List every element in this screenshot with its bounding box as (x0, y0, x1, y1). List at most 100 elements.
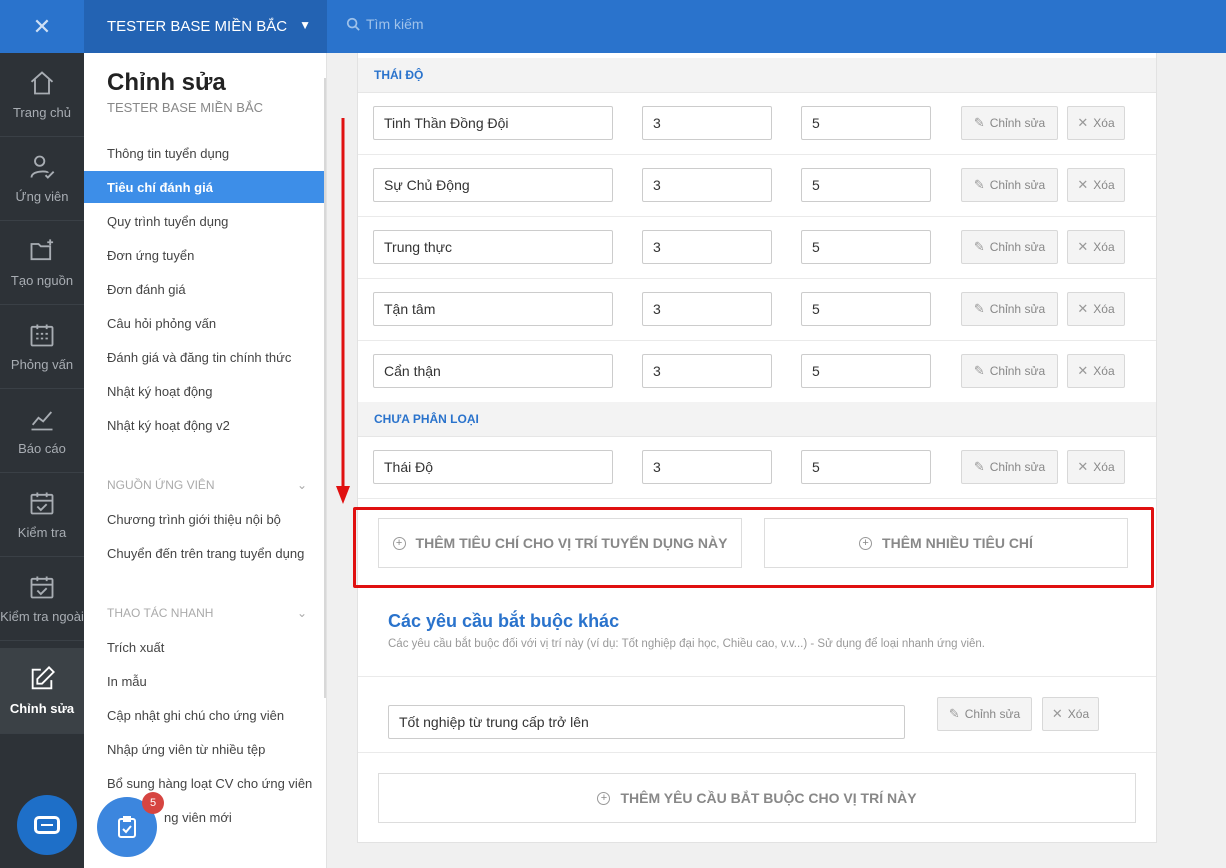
highlight-box (353, 507, 1154, 588)
sidebar-item-career-page[interactable]: Chuyển đến trên trang tuyển dụng (84, 537, 324, 569)
calendar-check-icon (30, 492, 54, 515)
requirements-title: Các yêu cầu bắt buộc khác (388, 611, 620, 631)
sidebar-item-hiring-process[interactable]: Quy trình tuyển dụng (84, 205, 324, 237)
close-icon: ✕ (1077, 363, 1089, 378)
sidebar-item-interview-questions[interactable]: Câu hỏi phỏng vấn (84, 307, 324, 339)
delete-button[interactable]: ✕ Xóa (1067, 354, 1125, 388)
sidebar-item-activity-log-v2[interactable]: Nhật ký hoạt động v2 (84, 409, 324, 441)
pencil-icon: ✎ (973, 115, 985, 130)
criterion-weight-field[interactable]: 3 (642, 168, 772, 202)
delete-button[interactable]: ✕ Xóa (1067, 450, 1125, 484)
delete-button[interactable]: ✕ Xóa (1067, 230, 1125, 264)
edit-button[interactable]: ✎ Chỉnh sửa (961, 354, 1058, 388)
requirement-field[interactable]: Tốt nghiệp từ trung cấp trở lên (388, 705, 905, 739)
edit-button[interactable]: ✎ Chỉnh sửa (961, 168, 1058, 202)
section-label: THAO TÁC NHANH (107, 606, 214, 620)
rail-item-label: Báo cáo (18, 441, 66, 456)
search-placeholder: Tìm kiếm (366, 16, 424, 32)
edit-label: Chỉnh sửa (964, 707, 1021, 721)
edit-requirement-button[interactable]: ✎ Chỉnh sửa (937, 697, 1032, 731)
criterion-max-field[interactable]: 5 (801, 292, 931, 326)
edit-button[interactable]: ✎ Chỉnh sửa (961, 450, 1058, 484)
pencil-icon: ✎ (973, 301, 985, 316)
rail-item-interviews[interactable]: Phỏng vấn (0, 305, 84, 389)
rail-item-sourcing[interactable]: Tạo nguồn (0, 221, 84, 305)
rail-item-tests[interactable]: Kiểm tra (0, 473, 84, 557)
delete-button[interactable]: ✕ Xóa (1067, 292, 1125, 326)
rail-item-external-tests[interactable]: Kiểm tra ngoài (0, 557, 84, 641)
criterion-max-field[interactable]: 5 (801, 106, 931, 140)
edit-icon (31, 666, 55, 690)
delete-button[interactable]: ✕ Xóa (1067, 168, 1125, 202)
close-icon: ✕ (1077, 301, 1089, 316)
criterion-name-field[interactable]: Sự Chủ Động (373, 168, 613, 202)
edit-label: Chỉnh sửa (989, 116, 1046, 130)
close-menu-button[interactable]: ✕ (0, 0, 84, 53)
sidebar-scrollbar[interactable] (324, 78, 326, 698)
company-name: TESTER BASE MIỀN BẮC (107, 18, 288, 35)
criterion-weight-field[interactable]: 3 (642, 292, 772, 326)
add-requirement-button[interactable]: + THÊM YÊU CẦU BẮT BUỘC CHO VỊ TRÍ NÀY (378, 773, 1136, 823)
sidebar-item-update-notes[interactable]: Cập nhật ghi chú cho ứng viên (84, 699, 324, 731)
rail-item-edit[interactable]: Chỉnh sửa (0, 648, 84, 734)
pencil-icon: ✎ (973, 363, 985, 378)
rail-item-home[interactable]: Trang chủ (0, 53, 84, 137)
criterion-name-field[interactable]: Thái Độ (373, 450, 613, 484)
sidebar-item-export[interactable]: Trích xuất (84, 631, 324, 663)
notification-badge: 5 (142, 792, 164, 814)
chevron-down-icon: ⌄ (296, 606, 307, 620)
sidebar-item-print-template[interactable]: In mẫu (84, 665, 324, 697)
sidebar-item-referral[interactable]: Chương trình giới thiệu nội bộ (84, 503, 324, 535)
chat-button[interactable] (17, 795, 77, 855)
search-input[interactable]: Tìm kiếm (346, 16, 424, 32)
section-candidate-sources[interactable]: NGUỒN ỨNG VIÊN ⌄ (107, 478, 307, 492)
criterion-max-field[interactable]: 5 (801, 450, 931, 484)
sidebar-item-job-info[interactable]: Thông tin tuyển dụng (84, 137, 324, 169)
criterion-row: Sự Chủ Động 3 5 ✎ Chỉnh sửa ✕ Xóa (358, 155, 1156, 217)
criterion-name-field[interactable]: Trung thực (373, 230, 613, 264)
sidebar-item-activity-log[interactable]: Nhật ký hoạt động (84, 375, 324, 407)
sidebar-item-evaluation-criteria[interactable]: Tiêu chí đánh giá (84, 171, 324, 203)
criterion-name-field[interactable]: Cẩn thận (373, 354, 613, 388)
sidebar-item-import-files[interactable]: Nhập ứng viên từ nhiều tệp (84, 733, 324, 765)
edit-button[interactable]: ✎ Chỉnh sửa (961, 106, 1058, 140)
delete-button[interactable]: ✕ Xóa (1067, 106, 1125, 140)
company-selector[interactable]: TESTER BASE MIỀN BẮC ▼ (84, 0, 327, 53)
edit-button[interactable]: ✎ Chỉnh sửa (961, 230, 1058, 264)
criterion-max-field[interactable]: 5 (801, 354, 931, 388)
close-icon: ✕ (1077, 459, 1089, 474)
rail-item-label: Ứng viên (15, 189, 69, 204)
criterion-weight-field[interactable]: 3 (642, 450, 772, 484)
chevron-down-icon: ▼ (299, 18, 311, 32)
sidebar-item-bulk-cv[interactable]: Bổ sung hàng loạt CV cho ứng viên (84, 767, 324, 799)
criterion-weight-field[interactable]: 3 (642, 230, 772, 264)
criterion-weight-field[interactable]: 3 (642, 106, 772, 140)
sidebar-item-evaluation-form[interactable]: Đơn đánh giá (84, 273, 324, 305)
rail-item-label: Chỉnh sửa (9, 701, 75, 716)
plus-circle-icon: + (597, 791, 611, 805)
pencil-icon: ✎ (948, 706, 960, 721)
user-check-icon (30, 155, 55, 179)
criterion-max-field[interactable]: 5 (801, 168, 931, 202)
rail-item-label: Tạo nguồn (10, 273, 74, 288)
pencil-icon: ✎ (973, 239, 985, 254)
pencil-icon: ✎ (973, 177, 985, 192)
sidebar-item-review-publish[interactable]: Đánh giá và đăng tin chính thức (84, 341, 324, 373)
delete-label: Xóa (1093, 364, 1115, 378)
chevron-down-icon: ⌄ (296, 478, 307, 492)
criterion-max-field[interactable]: 5 (801, 230, 931, 264)
close-icon: ✕ (1051, 706, 1063, 721)
criterion-name-field[interactable]: Tinh Thần Đồng Đội (373, 106, 613, 140)
edit-button[interactable]: ✎ Chỉnh sửa (961, 292, 1058, 326)
requirements-description: Các yêu cầu bắt buộc đối với vị trí này … (388, 638, 985, 650)
criterion-name-field[interactable]: Tận tâm (373, 292, 613, 326)
criterion-weight-field[interactable]: 3 (642, 354, 772, 388)
rail-item-candidates[interactable]: Ứng viên (0, 137, 84, 221)
section-quick-actions[interactable]: THAO TÁC NHANH ⌄ (107, 606, 307, 620)
chart-line-icon (31, 411, 53, 431)
chat-icon (34, 816, 60, 834)
delete-requirement-button[interactable]: ✕ Xóa (1042, 697, 1099, 731)
sidebar-item-application-form[interactable]: Đơn ứng tuyển (84, 239, 324, 271)
rail-item-reports[interactable]: Báo cáo (0, 389, 84, 473)
add-requirement-label: THÊM YÊU CẦU BẮT BUỘC CHO VỊ TRÍ NÀY (620, 790, 917, 806)
